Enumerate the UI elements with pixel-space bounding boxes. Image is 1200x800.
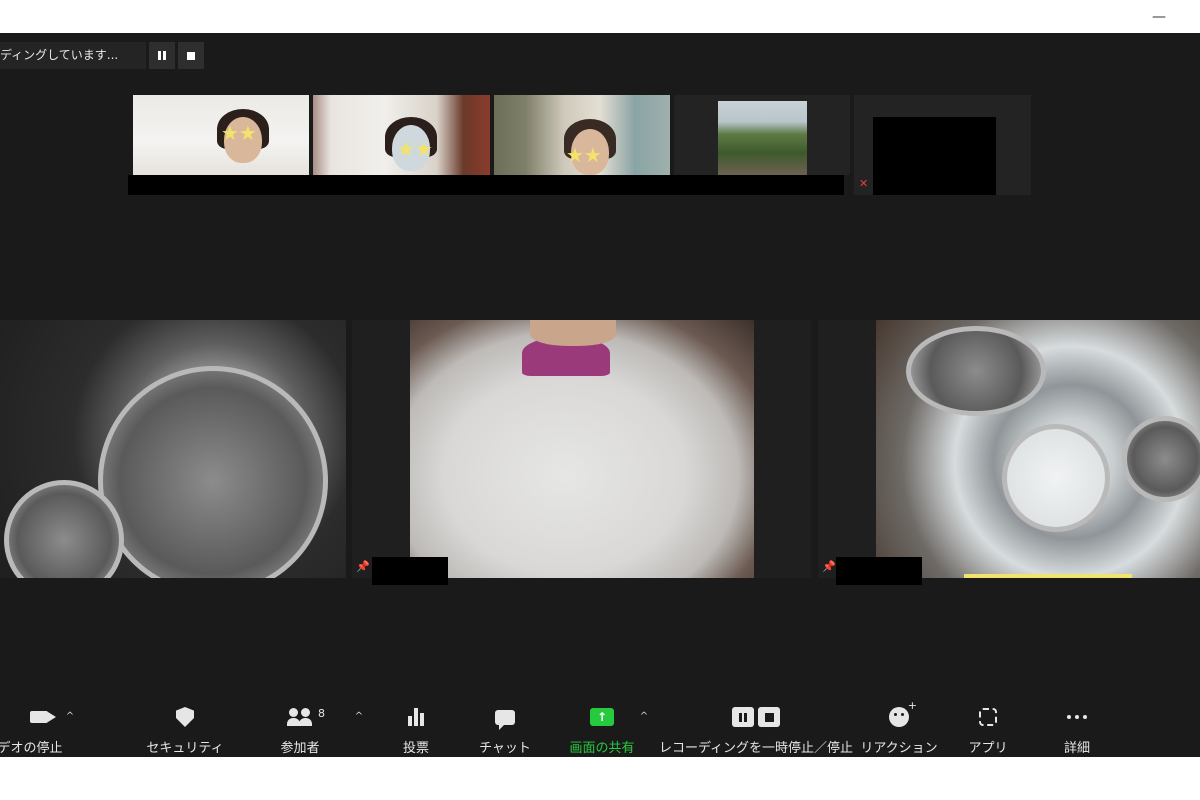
recording-pause-button[interactable] bbox=[149, 42, 175, 69]
window-bottom-margin bbox=[0, 757, 1200, 800]
participant-name-label bbox=[372, 557, 448, 585]
participant-video-tile[interactable]: ★★ bbox=[494, 95, 670, 175]
meeting-controls-toolbar: デオの停止 ^ セキュリティ 参加者 8 ^ 投票 チャット ↑ 画面の共有 ^… bbox=[0, 693, 1200, 757]
participants-options-chevron-icon[interactable]: ^ bbox=[353, 711, 365, 722]
share-screen-button[interactable]: ↑ 画面の共有 bbox=[566, 693, 638, 757]
recording-controls-icon bbox=[732, 703, 780, 731]
share-screen-icon: ↑ bbox=[590, 703, 614, 731]
apps-icon bbox=[979, 703, 997, 731]
polls-button[interactable]: 投票 bbox=[398, 693, 434, 757]
gallery-video-tile[interactable] bbox=[0, 320, 346, 578]
pot-video-content bbox=[98, 366, 328, 578]
participant-video-off-tile[interactable]: ✕ bbox=[854, 95, 1031, 195]
security-button[interactable]: セキュリティ bbox=[146, 693, 224, 757]
participant-video bbox=[876, 320, 1200, 578]
participants-label: 参加者 bbox=[280, 741, 320, 756]
reactions-button[interactable]: リアクション bbox=[860, 693, 937, 757]
participants-icon bbox=[287, 703, 313, 731]
pin-icon: 📌 bbox=[822, 560, 836, 573]
landscape-video bbox=[718, 101, 807, 175]
gallery-video-tile[interactable] bbox=[352, 320, 811, 578]
chat-label: チャット bbox=[479, 741, 531, 756]
meeting-stage: ディングしています... ★★ ★★ ★★ ✕ 📌 📌 デオの停止 ^ セキュリ… bbox=[0, 33, 1200, 757]
more-dots-icon bbox=[1067, 703, 1087, 731]
stop-icon bbox=[187, 51, 195, 60]
apps-label: アプリ bbox=[968, 741, 1008, 756]
participant-thumbnail-strip: ★★ ★★ ★★ ✕ bbox=[128, 95, 1031, 195]
pin-icon: 📌 bbox=[356, 560, 370, 573]
security-label: セキュリティ bbox=[146, 741, 224, 756]
video-off-placeholder bbox=[873, 117, 996, 195]
camera-icon bbox=[30, 703, 56, 731]
share-options-chevron-icon[interactable]: ^ bbox=[638, 711, 650, 722]
recording-controls-button[interactable]: レコーディングを一時停止／停止 bbox=[659, 693, 853, 757]
star-sticker-icon: ★★ bbox=[397, 137, 433, 161]
pot-video-content bbox=[906, 326, 1046, 416]
share-screen-label: 画面の共有 bbox=[569, 741, 635, 756]
pause-icon bbox=[158, 51, 166, 60]
recording-controls-label: レコーディングを一時停止／停止 bbox=[658, 741, 854, 756]
more-button[interactable]: 詳細 bbox=[1060, 693, 1094, 757]
mic-muted-icon: ✕ bbox=[859, 177, 869, 190]
participant-video-tile[interactable]: ★★ bbox=[313, 95, 490, 175]
pot-video-content bbox=[1002, 424, 1110, 532]
smiley-add-icon bbox=[889, 699, 917, 731]
minimize-button[interactable]: — bbox=[1152, 9, 1166, 25]
star-sticker-icon: ★★ bbox=[221, 121, 257, 145]
gallery-video-tile[interactable] bbox=[818, 320, 1200, 578]
recording-indicator: ディングしています... bbox=[0, 42, 204, 69]
recording-stop-button[interactable] bbox=[178, 42, 204, 69]
participant-name-label bbox=[836, 557, 922, 585]
participant-video bbox=[410, 320, 754, 578]
stop-video-label: デオの停止 bbox=[0, 741, 63, 756]
recording-status-text: ディングしています... bbox=[0, 42, 146, 69]
more-label: 詳細 bbox=[1063, 741, 1090, 756]
participant-names-bar bbox=[128, 175, 844, 195]
title-bar: — bbox=[0, 0, 1200, 33]
participants-button[interactable]: 参加者 bbox=[276, 693, 324, 757]
stop-video-button[interactable]: デオの停止 bbox=[0, 693, 63, 757]
participant-video-tile[interactable]: ★★ bbox=[133, 95, 309, 175]
active-speaker-indicator bbox=[964, 574, 1132, 578]
chat-button[interactable]: チャット bbox=[479, 693, 531, 757]
shield-icon bbox=[176, 703, 194, 731]
participant-face bbox=[530, 320, 616, 346]
star-sticker-icon: ★★ bbox=[566, 143, 602, 167]
participant-video-tile[interactable] bbox=[674, 95, 850, 175]
apps-button[interactable]: アプリ bbox=[968, 693, 1008, 757]
pause-icon bbox=[732, 707, 754, 727]
bar-chart-icon bbox=[407, 703, 425, 731]
zoom-meeting-window: — ディングしています... ★★ ★★ ★★ ✕ 📌 📌 デオの停止 ^ セキ… bbox=[0, 0, 1200, 800]
chat-bubble-icon bbox=[495, 703, 515, 731]
pot-video-content bbox=[1122, 416, 1200, 502]
polls-label: 投票 bbox=[402, 741, 429, 756]
reactions-label: リアクション bbox=[860, 741, 938, 756]
video-options-chevron-icon[interactable]: ^ bbox=[64, 711, 76, 722]
participants-count-badge: 8 bbox=[318, 707, 325, 720]
stop-icon bbox=[758, 707, 780, 727]
